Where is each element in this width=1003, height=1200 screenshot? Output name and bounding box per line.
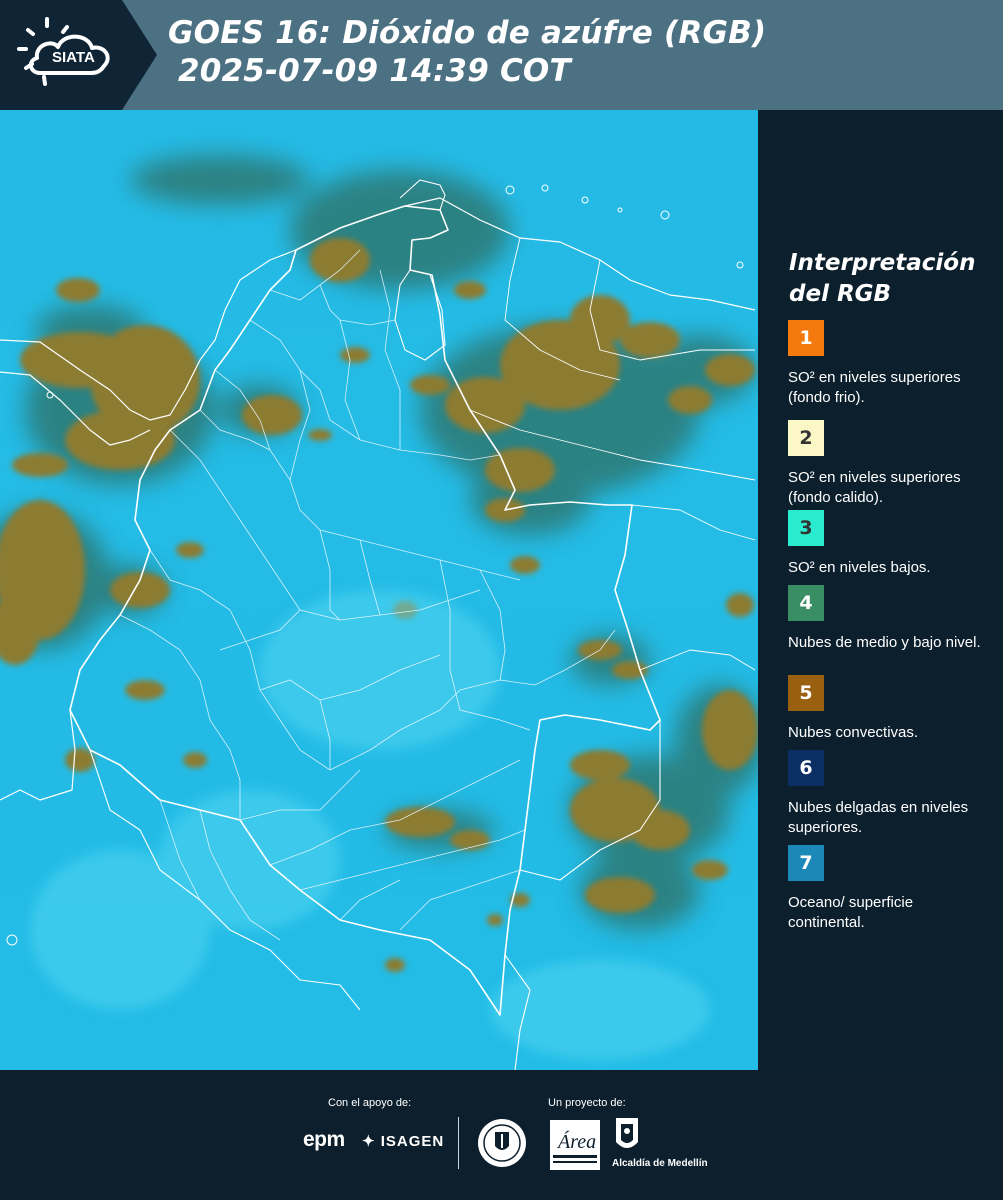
rgb-satellite-image [0,110,758,1070]
legend-swatch: 2 [788,420,824,456]
legend-swatch: 3 [788,510,824,546]
legend-item-2: 2 SO² en niveles superiores (fondo calido… [788,420,988,508]
epm-logo: epm [303,1128,345,1151]
legend-item-6: 6 Nubes delgadas en niveles superiores. [788,750,988,838]
isagen-logo: ✦ ISAGEN [362,1132,444,1150]
legend-item-1: 1 SO² en niveles superiores (fondo frio). [788,320,988,408]
legend-label: SO² en niveles bajos. [788,559,931,576]
legend-title-line1: Interpretación [789,250,976,276]
legend-label: Oceano/ superficie continental. [788,894,914,931]
legend-title-line2: del RGB [789,281,892,307]
legend-label: Nubes delgadas en niveles superiores. [788,799,969,836]
footer-divider [458,1117,459,1169]
area-metropolitana-logo: Área [550,1120,600,1170]
isagen-label: ISAGEN [380,1133,445,1150]
siata-logo: SIATA [0,0,160,110]
legend-item-5: 5 Nubes convectivas. [788,675,988,743]
legend-label: Nubes convectivas. [788,724,919,741]
isagen-mark-icon: ✦ [362,1133,376,1150]
legend-swatch: 5 [788,675,824,711]
legend-label: Nubes de medio y bajo nivel. [788,634,981,651]
satellite-map [0,110,758,1070]
legend-swatch: 4 [788,585,824,621]
siata-logo-text: SIATA [52,49,95,66]
svg-text:Área: Área [556,1130,596,1153]
legend-item-4: 4 Nubes de medio y bajo nivel. [788,585,988,653]
siata-logo-graphic: SIATA [0,0,157,110]
legend-item-3: 3 SO² en niveles bajos. [788,510,988,578]
legend-item-7: 7 Oceano/ superficie continental. [788,845,988,933]
legend-swatch: 1 [788,320,824,356]
medellin-seal-icon [478,1119,526,1167]
footer: Con el apoyo de: Un proyecto de: epm ✦ I… [0,1070,1003,1200]
legend-swatch: 6 [788,750,824,786]
alcaldia-medellin-shield-icon [616,1118,638,1148]
legend-label: SO² en niveles superiores (fondo calido)… [788,469,961,506]
title-timestamp: 2025-07-09 14:39 COT [178,53,571,89]
header: SIATA GOES 16: Dióxido de azúfre (RGB) 2… [0,0,1003,110]
legend-label: SO² en niveles superiores (fondo frio). [788,369,961,406]
alcaldia-label: Alcaldía de Medellín [612,1158,708,1169]
support-label: Con el apoyo de: [328,1097,412,1109]
legend-title: Interpretación del RGB [789,248,975,310]
legend-panel: Interpretación del RGB 1 SO² en niveles s… [760,110,1003,1070]
project-label: Un proyecto de: [548,1097,626,1109]
page-title: GOES 16: Dióxido de azúfre (RGB) 2025-07… [168,14,766,90]
legend-swatch: 7 [788,845,824,881]
title-product: GOES 16: Dióxido de azúfre (RGB) [168,15,767,51]
